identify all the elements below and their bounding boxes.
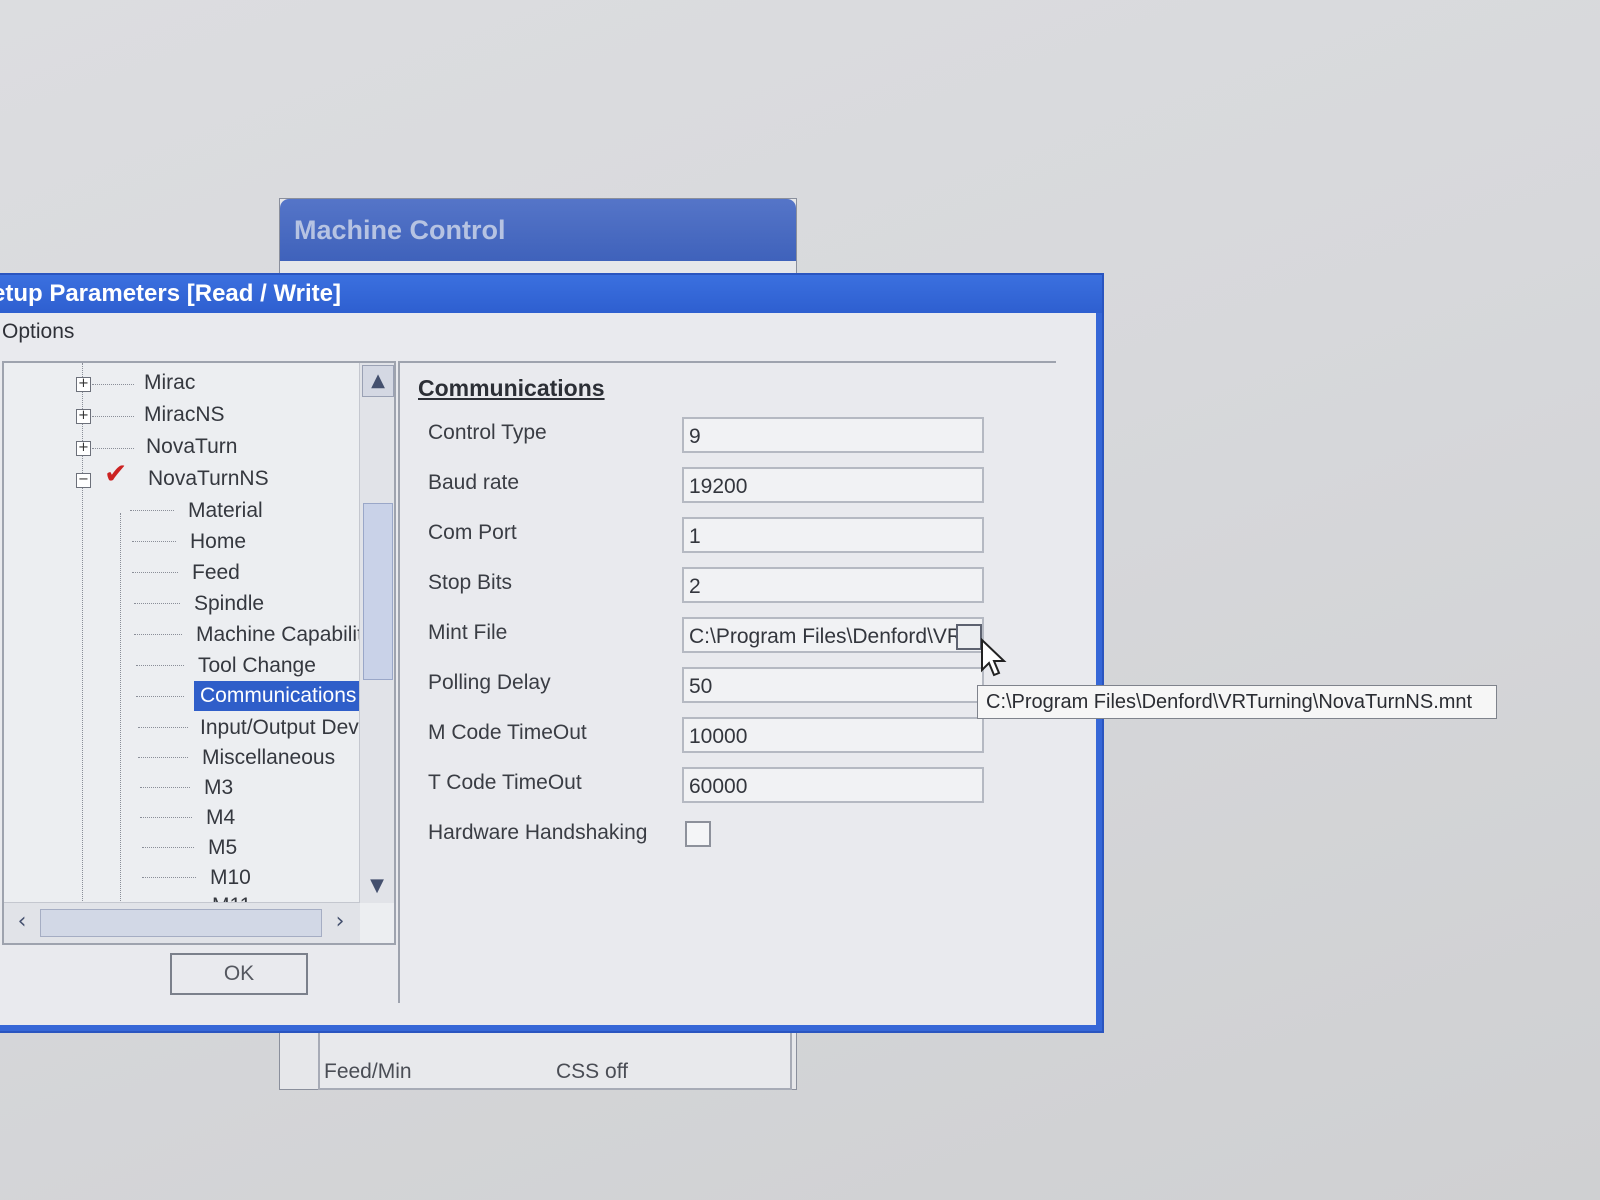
communications-panel: Communications Control Type 9 Baud rate … (398, 361, 1056, 1003)
setup-parameters-dialog: etup Parameters [Read / Write] Options +… (0, 273, 1104, 1033)
css-status: CSS off (556, 1060, 628, 1083)
tree-connector (140, 817, 192, 818)
tree-item-m10[interactable]: M10 (210, 866, 251, 890)
tree-connector (92, 448, 134, 449)
browse-button[interactable] (956, 624, 982, 650)
com-port-input[interactable]: 1 (682, 517, 984, 553)
hardware-handshaking-checkbox[interactable] (685, 821, 711, 847)
tree-items: + Mirac + MiracNS + NovaTurn − ✔ NovaTur… (4, 363, 360, 903)
mint-file-label: Mint File (428, 621, 508, 644)
tree-item-tool-change[interactable]: Tool Change (198, 654, 316, 678)
tree-item-novaturnns[interactable]: NovaTurnNS (148, 467, 269, 491)
scroll-left-icon[interactable]: ‹ (8, 908, 36, 936)
baud-rate-label: Baud rate (428, 471, 520, 494)
dialog-title: etup Parameters [Read / Write] (0, 275, 1102, 313)
hardware-handshaking-label: Hardware Handshaking (428, 821, 648, 844)
collapse-icon[interactable]: − (76, 473, 91, 488)
dialog-client: Options + Mirac + MiracNS + NovaTurn − ✔ (0, 313, 1096, 1025)
tree-item-m5[interactable]: M5 (208, 836, 237, 860)
tree-connector (136, 696, 184, 697)
tree-item-machine-capability[interactable]: Machine Capability (196, 623, 360, 647)
tree-connector (142, 877, 196, 878)
stop-bits-input[interactable]: 2 (682, 567, 984, 603)
tree-connector (142, 847, 194, 848)
m-code-timeout-input[interactable]: 10000 (682, 717, 984, 753)
mint-file-input[interactable]: C:\Program Files\Denford\VR (682, 617, 984, 653)
expand-icon[interactable]: + (76, 377, 91, 392)
com-port-label: Com Port (428, 521, 517, 544)
tree-connector (140, 787, 190, 788)
control-type-input[interactable]: 9 (682, 417, 984, 453)
tree-item-mirac[interactable]: Mirac (144, 371, 195, 395)
checkmark-icon: ✔ (104, 457, 128, 490)
scroll-up-icon[interactable]: ▲ (362, 365, 394, 397)
ok-button[interactable]: OK (170, 953, 308, 995)
menu-bar: Options (0, 313, 1096, 351)
tree-guide-line (120, 513, 121, 903)
horizontal-scroll-thumb[interactable] (40, 909, 322, 937)
control-type-label: Control Type (428, 421, 547, 444)
tree-item-miracns[interactable]: MiracNS (144, 403, 225, 427)
tree-connector (134, 634, 182, 635)
tree-item-feed[interactable]: Feed (192, 561, 240, 585)
polling-delay-label: Polling Delay (428, 671, 551, 694)
tree-connector (92, 384, 134, 385)
tree-connector (132, 541, 176, 542)
tree-item-miscellaneous[interactable]: Miscellaneous (202, 746, 335, 770)
stop-bits-label: Stop Bits (428, 571, 513, 594)
tree-horizontal-scrollbar[interactable]: ‹ › (4, 902, 360, 943)
machine-control-status-bar: Feed/Min CSS off (318, 1030, 792, 1090)
mouse-cursor-icon (981, 638, 1007, 677)
vertical-scroll-thumb[interactable] (363, 503, 393, 680)
polling-delay-input[interactable]: 50 (682, 667, 984, 703)
baud-rate-input[interactable]: 19200 (682, 467, 984, 503)
t-code-timeout-input[interactable]: 60000 (682, 767, 984, 803)
tree-connector (92, 416, 134, 417)
menu-options[interactable]: Options (2, 320, 74, 343)
tree-connector (132, 572, 178, 573)
mint-file-tooltip: C:\Program Files\Denford\VRTurning\NovaT… (977, 685, 1497, 719)
expand-icon[interactable]: + (76, 441, 91, 456)
section-title: Communications (418, 375, 605, 401)
machine-control-title: Machine Control (280, 199, 796, 261)
t-code-timeout-label: T Code TimeOut (428, 771, 582, 794)
tree-item-spindle[interactable]: Spindle (194, 592, 264, 616)
tree-connector (136, 665, 184, 666)
feed-status: Feed/Min (324, 1060, 412, 1083)
tree-item-home[interactable]: Home (190, 530, 246, 554)
tree-item-material[interactable]: Material (188, 499, 263, 523)
scroll-down-icon[interactable]: ▼ (362, 871, 392, 901)
m-code-timeout-label: M Code TimeOut (428, 721, 587, 744)
scroll-right-icon[interactable]: › (326, 908, 354, 936)
tree-connector (138, 757, 188, 758)
parameter-tree[interactable]: + Mirac + MiracNS + NovaTurn − ✔ NovaTur… (2, 361, 396, 945)
tree-connector (138, 727, 188, 728)
tree-item-novaturn[interactable]: NovaTurn (146, 435, 237, 459)
tree-item-m4[interactable]: M4 (206, 806, 235, 830)
tree-connector (134, 603, 180, 604)
tree-item-m3[interactable]: M3 (204, 776, 233, 800)
tree-item-communications[interactable]: Communications (194, 681, 360, 711)
tree-item-input-output-devices[interactable]: Input/Output Devic (200, 716, 360, 740)
tree-vertical-scrollbar[interactable]: ▲ ▼ (359, 363, 394, 903)
tree-connector (130, 510, 174, 511)
expand-icon[interactable]: + (76, 409, 91, 424)
